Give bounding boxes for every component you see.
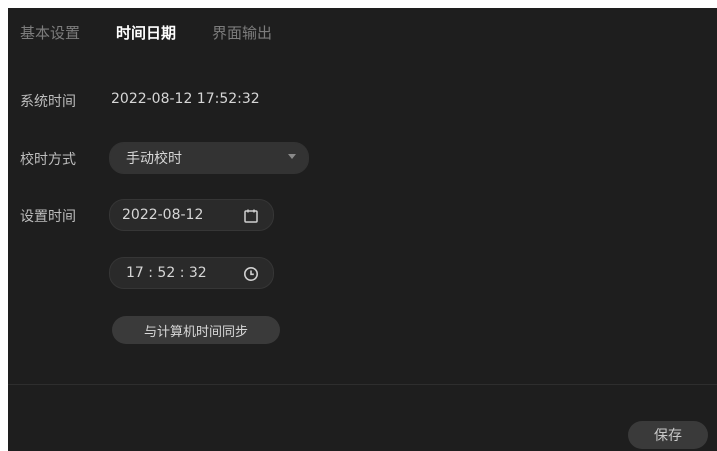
divider <box>8 384 717 385</box>
date-picker-field[interactable]: 2022-08-12 <box>109 199 274 231</box>
tab-interface-output[interactable]: 界面输出 <box>212 22 272 43</box>
clock-icon[interactable] <box>243 266 259 282</box>
set-time-label: 设置时间 <box>20 209 76 225</box>
system-time-label: 系统时间 <box>20 94 76 110</box>
tab-time-date[interactable]: 时间日期 <box>116 22 176 43</box>
sync-mode-label: 校时方式 <box>20 152 76 168</box>
time-picker-field[interactable]: 17 : 52 : 32 <box>109 257 274 289</box>
dropdown-arrow-icon <box>288 154 296 159</box>
sync-mode-selected-value: 手动校时 <box>126 151 182 167</box>
tab-bar: 基本设置 时间日期 界面输出 <box>20 8 308 56</box>
sync-mode-select[interactable]: 手动校时 <box>109 142 309 174</box>
system-time-value: 2022-08-12 17:52:32 <box>111 91 260 107</box>
save-button[interactable]: 保存 <box>628 421 708 449</box>
time-date-settings-panel: 基本设置 时间日期 界面输出 系统时间 2022-08-12 17:52:32 … <box>8 8 717 451</box>
date-value: 2022-08-12 <box>122 207 204 223</box>
tab-basic-settings[interactable]: 基本设置 <box>20 22 80 43</box>
calendar-icon[interactable] <box>243 208 259 224</box>
sync-with-computer-button[interactable]: 与计算机时间同步 <box>112 316 280 344</box>
time-value: 17 : 52 : 32 <box>126 265 207 281</box>
